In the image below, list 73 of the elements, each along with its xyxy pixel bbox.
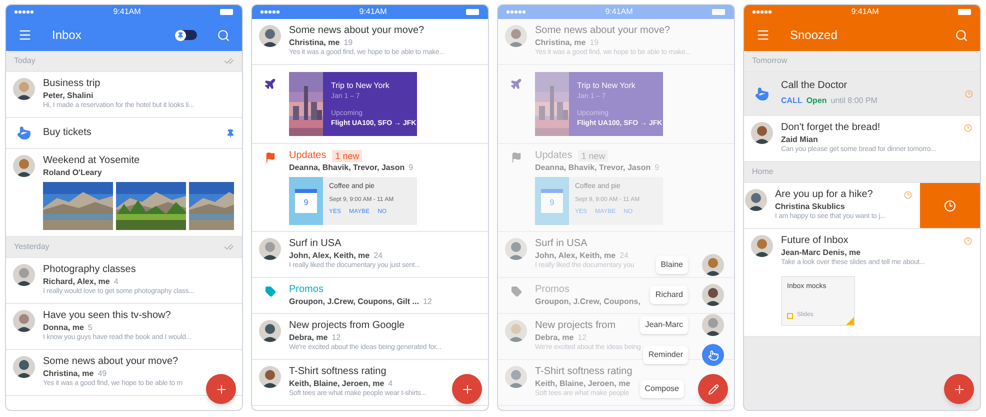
new-badge: 1 new	[332, 150, 362, 162]
message-count: 19	[590, 37, 599, 48]
bundle-label: Promos	[535, 284, 570, 296]
senders: Zaid Mian	[781, 134, 818, 145]
senders: Christina, me	[535, 37, 586, 48]
senders: Peter, Shalini	[43, 90, 94, 101]
calendar-date: 9	[541, 189, 563, 213]
message-title: Business trip	[43, 78, 100, 90]
senders: Christina Skublics	[775, 201, 845, 212]
bundle-label: Updates	[289, 150, 326, 162]
hours-text: until 8:00 PM	[830, 95, 878, 107]
message-count: 49	[98, 368, 107, 379]
message-title: Have you seen this tv-show?	[43, 310, 171, 322]
message-title: Surf in USA	[289, 238, 342, 250]
message-title: Some news about your move?	[43, 356, 178, 368]
message-count: 5	[88, 322, 92, 333]
section-label: Today	[14, 55, 36, 67]
senders: Christina, me	[289, 37, 340, 48]
status-time: 9:41AM	[605, 8, 633, 16]
senders: Jean-Marc Denis, me	[781, 247, 861, 258]
message-title: Some news about your move?	[289, 25, 424, 37]
senders: Debra, me	[535, 332, 574, 343]
trip-title: Trip to New York	[577, 80, 636, 92]
app-bar-title: Snoozed	[790, 27, 838, 44]
new-badge: 1 new	[578, 150, 608, 162]
senders: Deanna, Bhavik, Trevor, Jason	[289, 162, 405, 173]
message-title: T-Shirt softness rating	[535, 366, 632, 378]
message-title: T-Shirt softness rating	[289, 366, 386, 378]
senders: Groupon, J.Crew, Coupons,	[535, 296, 640, 307]
senders: John, Alex, Keith, me	[535, 250, 616, 261]
senders: Christina, me	[43, 368, 94, 379]
reminder-title: Call the Doctor	[781, 80, 848, 92]
section-label: Yesterday	[14, 241, 50, 253]
message-count: 4	[388, 378, 393, 389]
senders: Groupon, J.Crew, Coupons, Gilt ...	[289, 296, 419, 307]
senders: Roland O'Leary	[43, 167, 102, 178]
bundle-label: Updates	[535, 150, 572, 162]
bundle-label: Promos	[289, 284, 324, 296]
message-count: 24	[620, 250, 629, 261]
message-count: 12	[578, 332, 587, 343]
app-bar-title: Inbox	[52, 27, 82, 44]
message-count: 4	[114, 276, 118, 287]
message-count: 9	[654, 162, 660, 173]
message-title: Photography classes	[43, 264, 136, 276]
senders: Donna, me	[43, 322, 84, 333]
message-title: Surf in USA	[535, 238, 588, 250]
message-count: 12	[332, 332, 341, 343]
senders: Richard, Alex, me	[43, 276, 110, 287]
status-time: 9:41AM	[113, 8, 141, 16]
senders: Deanna, Bhavik, Trevor, Jason	[535, 162, 651, 173]
message-title: Future of Inbox	[781, 235, 848, 247]
status-time: 9:41AM	[851, 8, 879, 16]
message-title: Are you up for a hike?	[775, 189, 873, 201]
open-status: Open	[806, 95, 827, 107]
message-count: 19	[344, 37, 353, 48]
senders: Keith, Blaine, Jeroen, me	[535, 378, 630, 389]
section-label: Home	[752, 166, 774, 178]
reminder-title: Buy tickets	[43, 127, 92, 139]
message-title: Some news about your move?	[535, 25, 670, 37]
senders: Keith, Blaine, Jeroen, me	[289, 378, 384, 389]
message-title: Weekend at Yosemite	[43, 155, 140, 167]
message-count: 12	[422, 296, 432, 307]
message-count: 24	[374, 250, 383, 261]
message-title: Don't forget the bread!	[781, 122, 880, 134]
calendar-date: 9	[295, 189, 317, 213]
message-title: New projects from	[535, 320, 616, 332]
senders: Debra, me	[289, 332, 328, 343]
section-label: Tomorrow	[752, 55, 788, 67]
trip-title: Trip to New York	[331, 80, 390, 92]
senders: John, Alex, Keith, me	[289, 250, 370, 261]
message-count: 9	[408, 162, 414, 173]
message-title: New projects from Google	[289, 320, 405, 332]
status-time: 9:41AM	[359, 8, 387, 16]
